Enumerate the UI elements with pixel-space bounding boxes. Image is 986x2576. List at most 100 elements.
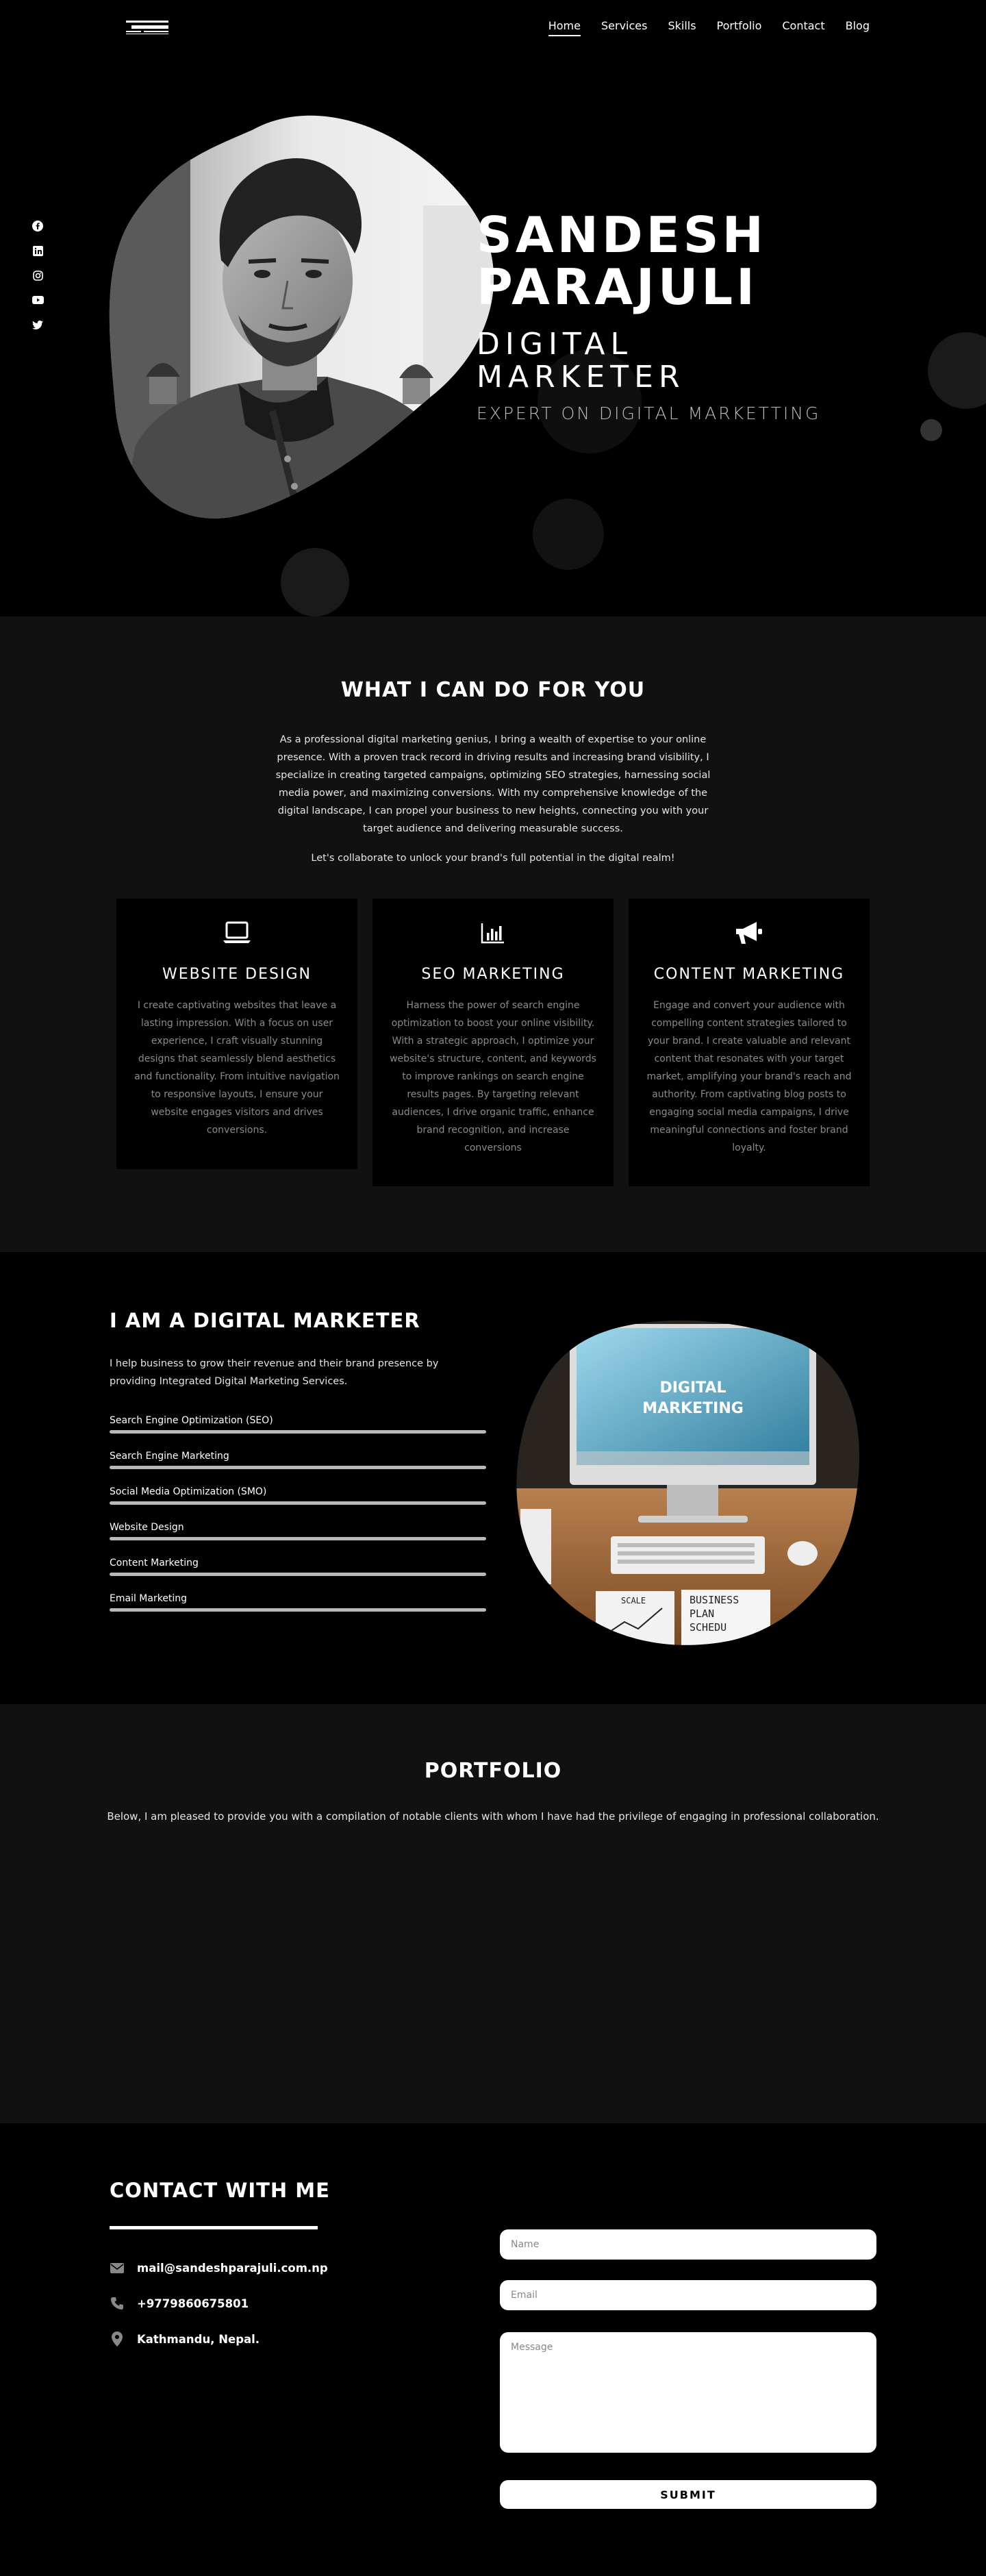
image-text-line2: MARKETING — [642, 1400, 744, 1417]
hero-role-line2: MARKETER — [477, 360, 685, 395]
skill-bar — [110, 1608, 486, 1612]
hero-role-line1: DIGITAL — [477, 327, 633, 362]
services-intro: As a professional digital marketing geni… — [275, 734, 711, 834]
image-text-line1: DIGITAL — [659, 1379, 726, 1397]
hero-section: Home Services Skills Portfolio Contact B… — [0, 0, 986, 616]
skill-item: Search Engine Marketing — [110, 1451, 486, 1486]
skill-bar-fill — [110, 1430, 486, 1434]
location-pin-icon — [110, 2331, 125, 2347]
skill-label: Social Media Optimization (SMO) — [110, 1486, 267, 1497]
portfolio-title: PORTFOLIO — [424, 1759, 562, 1783]
contact-section: CONTACT WITH ME mail@sandeshparajuli.com… — [0, 2123, 986, 2576]
brand-logo[interactable] — [126, 21, 168, 36]
hero-name-line2: PARAJULI — [477, 258, 758, 316]
nav-blog[interactable]: Blog — [846, 18, 870, 36]
contact-phone-row: +9779860675801 — [110, 2286, 328, 2321]
service-card-content-marketing: CONTENT MARKETING Engage and convert you… — [629, 899, 870, 1186]
decor-bubble — [920, 419, 942, 441]
skill-item: Email Marketing — [110, 1593, 486, 1629]
decor-bubble — [533, 499, 604, 570]
portfolio-section: PORTFOLIO Below, I am pleased to provide… — [0, 1704, 986, 2123]
social-links — [31, 221, 44, 330]
contact-title-underline — [110, 2226, 318, 2229]
phone-icon — [110, 2296, 125, 2311]
hero-name-line1: SANDESH — [477, 206, 767, 264]
portfolio-description: Below, I am pleased to provide you with … — [107, 1810, 879, 1823]
contact-email-row: mail@sandeshparajuli.com.np — [110, 2250, 328, 2286]
services-section: WHAT I CAN DO FOR YOU As a professional … — [0, 616, 986, 1252]
contact-email[interactable]: mail@sandeshparajuli.com.np — [137, 2262, 328, 2275]
digital-marketing-image: DIGITAL MARKETING SCALE BUSINESS PLAN SC… — [516, 1320, 859, 1645]
skills-intro: I help business to grow their revenue an… — [110, 1358, 439, 1387]
skill-bar-fill — [110, 1466, 486, 1469]
linkedin-icon[interactable] — [31, 245, 44, 256]
service-card-seo-marketing: SEO MARKETING Harness the power of searc… — [372, 899, 614, 1186]
skill-label: Search Engine Optimization (SEO) — [110, 1415, 273, 1426]
submit-button[interactable]: SUBMIT — [500, 2480, 876, 2509]
skill-bar-fill — [110, 1573, 486, 1576]
nav-contact[interactable]: Contact — [782, 18, 824, 36]
skill-label: Content Marketing — [110, 1558, 199, 1568]
email-input[interactable] — [500, 2280, 876, 2310]
skill-bar — [110, 1573, 486, 1576]
skill-bar-fill — [110, 1537, 486, 1540]
envelope-icon — [110, 2260, 125, 2275]
contact-info: mail@sandeshparajuli.com.np +97798606758… — [110, 2250, 328, 2357]
contact-address: Kathmandu, Nepal. — [137, 2332, 260, 2346]
service-card-title: CONTENT MARKETING — [653, 966, 845, 983]
skill-item: Search Engine Optimization (SEO) — [110, 1415, 486, 1451]
profile-photo — [109, 115, 494, 518]
message-input[interactable] — [500, 2332, 876, 2453]
skill-label: Website Design — [110, 1522, 184, 1533]
bar-chart-icon — [389, 919, 597, 947]
nav-services[interactable]: Services — [601, 18, 647, 36]
skills-title: I AM A DIGITAL MARKETER — [110, 1309, 420, 1332]
service-card-title: SEO MARKETING — [421, 966, 565, 983]
decor-bubble — [281, 548, 349, 616]
skill-bar — [110, 1537, 486, 1540]
skill-label: Search Engine Marketing — [110, 1451, 229, 1462]
contact-address-row: Kathmandu, Nepal. — [110, 2321, 328, 2357]
facebook-icon[interactable] — [31, 221, 44, 232]
service-cards: WEBSITE DESIGN I create captivating webs… — [116, 899, 870, 1186]
skills-section: I AM A DIGITAL MARKETER I help business … — [0, 1252, 986, 1704]
services-intro-cta: Let's collaborate to unlock your brand's… — [311, 853, 675, 864]
service-card-website-design: WEBSITE DESIGN I create captivating webs… — [116, 899, 357, 1169]
nav-portfolio[interactable]: Portfolio — [717, 18, 762, 36]
service-card-title: WEBSITE DESIGN — [162, 966, 312, 983]
skill-bar — [110, 1430, 486, 1434]
note-left-text: SCALE — [621, 1596, 646, 1605]
skill-bar — [110, 1501, 486, 1505]
skill-bar-fill — [110, 1501, 486, 1505]
twitter-icon[interactable] — [31, 319, 44, 330]
skill-item: Content Marketing — [110, 1558, 486, 1593]
note-right-line3: SCHEDU — [690, 1621, 726, 1634]
service-card-text: Engage and convert your audience with co… — [646, 1000, 852, 1153]
skill-item: Social Media Optimization (SMO) — [110, 1486, 486, 1522]
nav-home[interactable]: Home — [548, 18, 581, 36]
name-input[interactable] — [500, 2229, 876, 2260]
note-right-line1: BUSINESS — [690, 1594, 739, 1606]
contact-phone[interactable]: +9779860675801 — [137, 2297, 249, 2310]
skill-list: Search Engine Optimization (SEO) Search … — [110, 1415, 486, 1629]
main-nav: Home Services Skills Portfolio Contact B… — [528, 18, 870, 36]
skill-item: Website Design — [110, 1522, 486, 1558]
hero-tagline: EXPERT ON DIGITAL MARKETTING — [477, 403, 821, 423]
laptop-icon — [133, 919, 341, 947]
skill-label: Email Marketing — [110, 1593, 188, 1604]
service-card-text: Harness the power of search engine optim… — [390, 1000, 596, 1153]
hero-name: SANDESH PARAJULI — [477, 209, 820, 313]
contact-title: CONTACT WITH ME — [110, 2179, 330, 2202]
youtube-icon[interactable] — [31, 295, 44, 305]
services-title: WHAT I CAN DO FOR YOU — [340, 678, 646, 702]
skill-bar-fill — [110, 1608, 486, 1612]
note-right-line2: PLAN — [690, 1608, 714, 1620]
hero-role: DIGITAL MARKETER — [477, 328, 820, 394]
instagram-icon[interactable] — [31, 270, 44, 281]
nav-skills[interactable]: Skills — [668, 18, 696, 36]
megaphone-icon — [645, 919, 853, 947]
contact-form: SUBMIT — [500, 2229, 876, 2509]
service-card-text: I create captivating websites that leave… — [134, 1000, 340, 1136]
skill-bar — [110, 1466, 486, 1469]
decor-bubble — [928, 332, 986, 409]
